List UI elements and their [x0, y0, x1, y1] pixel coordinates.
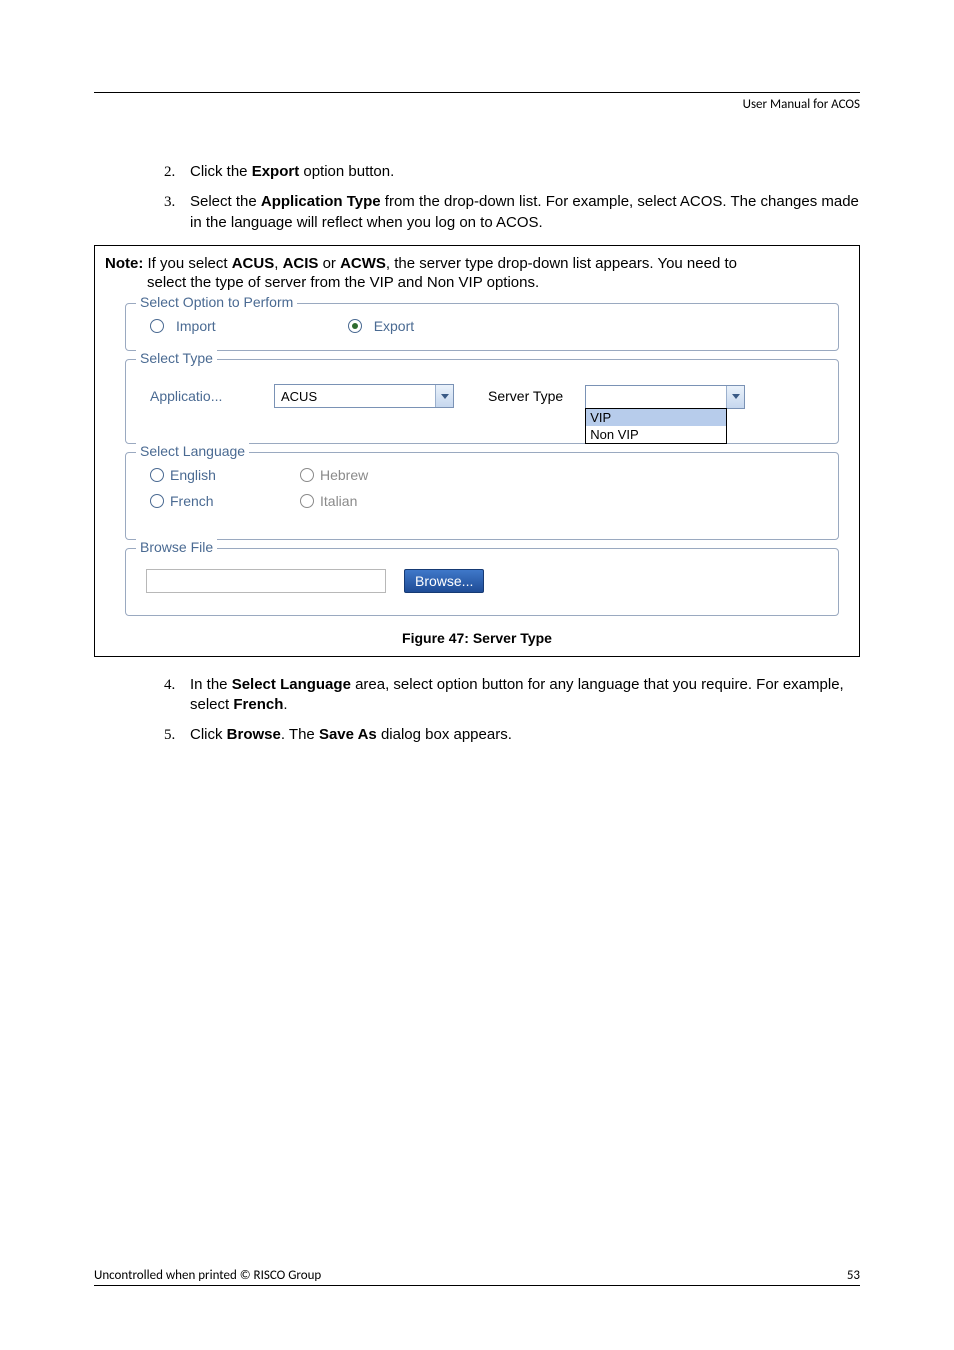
server-type-options[interactable]: VIP Non VIP — [585, 408, 727, 444]
text: Click — [190, 726, 227, 743]
step-3: 3. Select the Application Type from the … — [164, 192, 860, 233]
note-label: Note: — [105, 255, 143, 272]
text: . — [283, 696, 287, 713]
step-4: 4. In the Select Language area, select o… — [164, 675, 860, 716]
french-label: French — [170, 493, 214, 509]
text-bold: French — [233, 696, 283, 713]
import-label: Import — [176, 318, 216, 334]
server-type-dropdown[interactable] — [585, 385, 745, 409]
chevron-down-icon[interactable] — [435, 385, 453, 407]
hebrew-radio[interactable] — [300, 468, 314, 482]
server-type-option-vip[interactable]: VIP — [586, 409, 726, 426]
text-bold: Browse — [227, 726, 281, 743]
text-bold: ACIS — [283, 255, 319, 272]
step-number: 4. — [164, 675, 190, 716]
english-label: English — [170, 467, 216, 483]
text-bold: Save As — [319, 726, 377, 743]
import-radio[interactable] — [150, 319, 164, 333]
english-radio[interactable] — [150, 468, 164, 482]
step-2: 2. Click the Export option button. — [164, 162, 860, 182]
text: dialog box appears. — [377, 726, 512, 743]
group-select-language: Select Language English Hebrew French It… — [125, 452, 839, 540]
export-radio[interactable] — [348, 319, 362, 333]
group-select-type: Select Type Applicatio... ACUS Server Ty… — [125, 359, 839, 444]
text: or — [318, 255, 340, 272]
application-type-dropdown[interactable]: ACUS — [274, 384, 454, 408]
application-type-label: Applicatio... — [150, 388, 260, 404]
italian-radio[interactable] — [300, 494, 314, 508]
group-select-option: Select Option to Perform Import Export — [125, 303, 839, 351]
hebrew-label: Hebrew — [320, 467, 368, 483]
text: Click the — [190, 163, 252, 180]
step-number: 2. — [164, 162, 190, 182]
footer-left: Uncontrolled when printed © RISCO Group — [94, 1268, 321, 1283]
server-type-label: Server Type — [488, 388, 563, 404]
export-label: Export — [374, 318, 414, 334]
chevron-down-icon[interactable] — [726, 386, 744, 408]
text: select the type of server from the VIP a… — [147, 273, 849, 293]
page-header: User Manual for ACOS — [94, 97, 860, 112]
legend: Select Option to Perform — [136, 294, 297, 310]
application-type-value: ACUS — [275, 389, 435, 404]
text: , the server type drop-down list appears… — [386, 255, 737, 272]
text-bold: Select Language — [232, 676, 351, 693]
figure-caption: Figure 47: Server Type — [105, 630, 849, 646]
italian-label: Italian — [320, 493, 357, 509]
text-bold: ACUS — [232, 255, 275, 272]
text: If you select — [143, 255, 231, 272]
step-number: 3. — [164, 192, 190, 233]
step-5: 5. Click Browse. The Save As dialog box … — [164, 725, 860, 745]
legend: Select Language — [136, 443, 249, 459]
legend: Select Type — [136, 350, 217, 366]
text: Select the — [190, 193, 261, 210]
group-browse-file: Browse File Browse... — [125, 548, 839, 616]
french-radio[interactable] — [150, 494, 164, 508]
browse-button[interactable]: Browse... — [404, 569, 484, 593]
page-number: 53 — [847, 1268, 860, 1283]
text: In the — [190, 676, 232, 693]
text: . The — [281, 726, 319, 743]
text-bold: Export — [252, 163, 300, 180]
server-type-option-nonvip[interactable]: Non VIP — [586, 426, 726, 443]
text: option button. — [299, 163, 394, 180]
note-box: Note: If you select ACUS, ACIS or ACWS, … — [94, 245, 860, 657]
text-bold: Application Type — [261, 193, 381, 210]
text: , — [274, 255, 282, 272]
text-bold: ACWS — [340, 255, 386, 272]
step-number: 5. — [164, 725, 190, 745]
file-path-input[interactable] — [146, 569, 386, 593]
legend: Browse File — [136, 539, 217, 555]
